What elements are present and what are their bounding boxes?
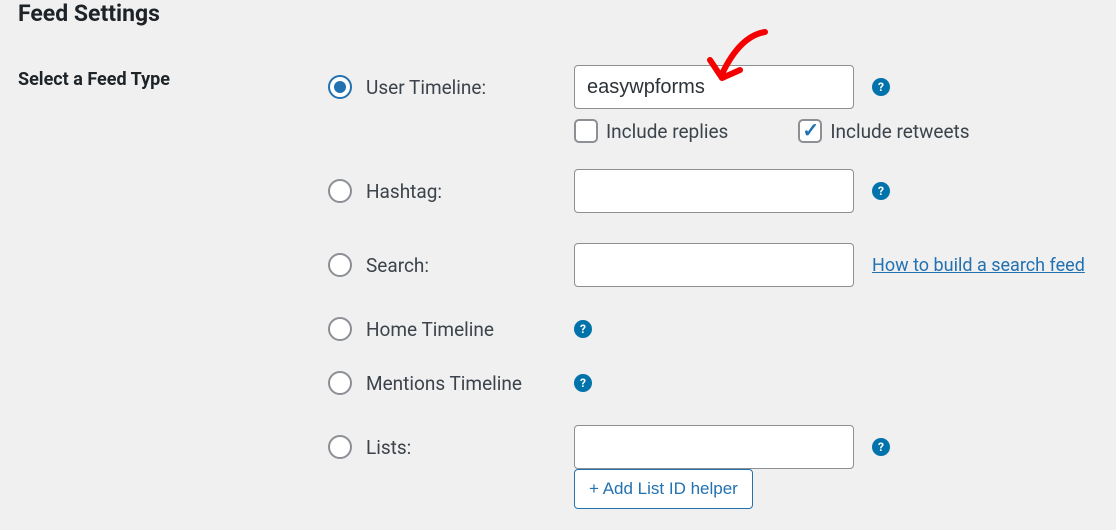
label-search: Search: (366, 254, 574, 277)
input-user-timeline[interactable] (574, 65, 854, 109)
page-title: Feed Settings (0, 0, 1116, 35)
row-home-timeline: Home Timeline ? (328, 317, 1116, 341)
radio-mentions-timeline[interactable] (328, 371, 352, 395)
checkbox-include-replies-wrap[interactable]: Include replies (574, 119, 728, 143)
help-icon[interactable]: ? (872, 182, 890, 200)
radio-user-timeline[interactable] (328, 75, 352, 99)
help-icon[interactable]: ? (872, 78, 890, 96)
radio-lists[interactable] (328, 435, 352, 459)
link-search-help[interactable]: How to build a search feed (872, 255, 1085, 276)
checkbox-include-replies[interactable] (574, 119, 598, 143)
label-hashtag: Hashtag: (366, 180, 574, 203)
label-home-timeline: Home Timeline (366, 318, 574, 341)
label-include-replies: Include replies (606, 120, 728, 143)
checkbox-include-retweets-wrap[interactable]: Include retweets (798, 119, 969, 143)
row-user-timeline: User Timeline: ? (328, 65, 1116, 109)
section-label: Select a Feed Type (18, 65, 328, 509)
row-mentions-timeline: Mentions Timeline ? (328, 371, 1116, 395)
feed-settings-form: Select a Feed Type User Timeline: ? Incl… (0, 35, 1116, 509)
row-hashtag: Hashtag: ? (328, 169, 1116, 213)
input-lists[interactable] (574, 425, 854, 469)
label-mentions-timeline: Mentions Timeline (366, 372, 574, 395)
row-lists: Lists: ? (328, 425, 1116, 469)
radio-search[interactable] (328, 253, 352, 277)
input-hashtag[interactable] (574, 169, 854, 213)
checkbox-include-retweets[interactable] (798, 119, 822, 143)
help-icon[interactable]: ? (574, 374, 592, 392)
radio-home-timeline[interactable] (328, 317, 352, 341)
radio-hashtag[interactable] (328, 179, 352, 203)
label-include-retweets: Include retweets (830, 120, 969, 143)
add-list-id-helper-button[interactable]: + Add List ID helper (574, 469, 753, 509)
help-icon[interactable]: ? (872, 438, 890, 456)
label-lists: Lists: (366, 436, 574, 459)
row-user-timeline-options: Include replies Include retweets (574, 119, 1116, 143)
input-search[interactable] (574, 243, 854, 287)
label-user-timeline: User Timeline: (366, 76, 574, 99)
row-search: Search: How to build a search feed (328, 243, 1116, 287)
help-icon[interactable]: ? (574, 320, 592, 338)
